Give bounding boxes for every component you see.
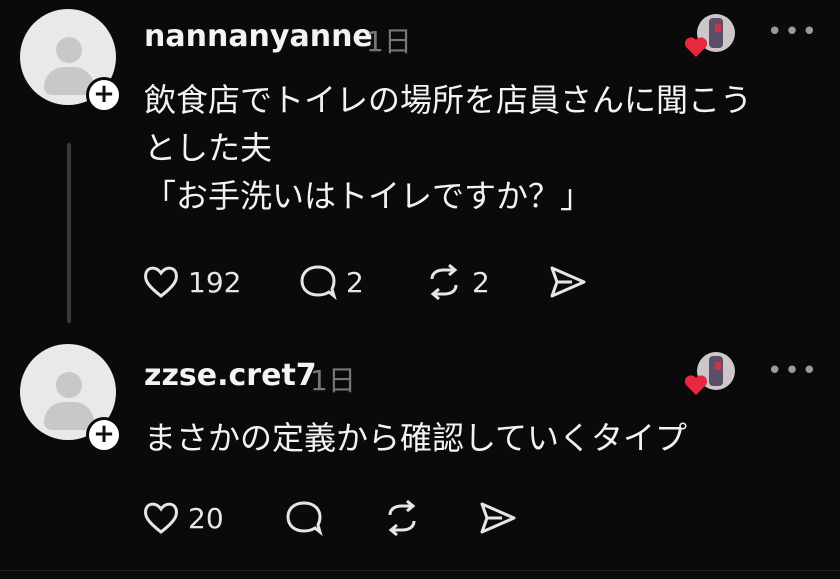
repost-button[interactable] [382, 498, 422, 538]
more-dots-icon[interactable]: ••• [767, 17, 819, 47]
comment-button[interactable] [284, 498, 324, 538]
heart-badge-icon [684, 37, 708, 57]
heart-badge-icon [684, 375, 708, 395]
like-button[interactable]: 192 [142, 262, 241, 302]
comment-bubble-icon [286, 501, 323, 537]
person-placeholder-body [44, 402, 94, 430]
comment-bubble-icon [300, 265, 337, 301]
heart-icon [144, 266, 178, 298]
divider [0, 570, 840, 571]
comment-button[interactable]: 2 [298, 262, 364, 302]
follow-button[interactable]: + [86, 77, 122, 113]
post-1: + nannanyanne 1日 ••• 飲食店でトイレの場所を店員さんに聞こう… [0, 0, 840, 330]
heart-icon [144, 502, 178, 534]
repost-count: 2 [472, 265, 490, 299]
post-text: まさかの定義から確認していくタイプ [144, 419, 688, 457]
person-placeholder-icon [56, 372, 82, 398]
person-placeholder-icon [56, 37, 82, 63]
avatar-figure-accent [715, 362, 721, 370]
follow-button[interactable]: + [86, 417, 122, 453]
avatar-figure-accent [715, 24, 721, 32]
share-button[interactable] [478, 498, 518, 538]
username[interactable]: nannanyanne [144, 19, 373, 54]
like-count: 20 [188, 501, 224, 535]
repost-icon [388, 499, 416, 537]
like-button[interactable]: 20 [142, 498, 224, 538]
post-time: 1日 [310, 364, 356, 397]
thread-line [67, 143, 71, 323]
more-dots-icon[interactable]: ••• [767, 356, 819, 386]
send-icon [480, 502, 516, 534]
repost-icon [430, 263, 458, 301]
post-2: + zzse.cret7 1日 ••• まさかの定義から確認していくタイプ 20 [0, 330, 840, 570]
avatar-figure [709, 18, 723, 48]
share-button[interactable] [548, 262, 588, 302]
post-text: 飲食店でトイレの場所を店員さんに聞こう とした夫 「お手洗いはトイレですか？」 [144, 81, 753, 215]
avatar-figure [709, 356, 723, 386]
username[interactable]: zzse.cret7 [144, 358, 317, 393]
comment-count: 2 [346, 265, 364, 299]
send-icon [550, 266, 586, 298]
like-count: 192 [188, 265, 242, 299]
repost-button[interactable]: 2 [424, 262, 490, 302]
post-time: 1日 [366, 25, 412, 58]
